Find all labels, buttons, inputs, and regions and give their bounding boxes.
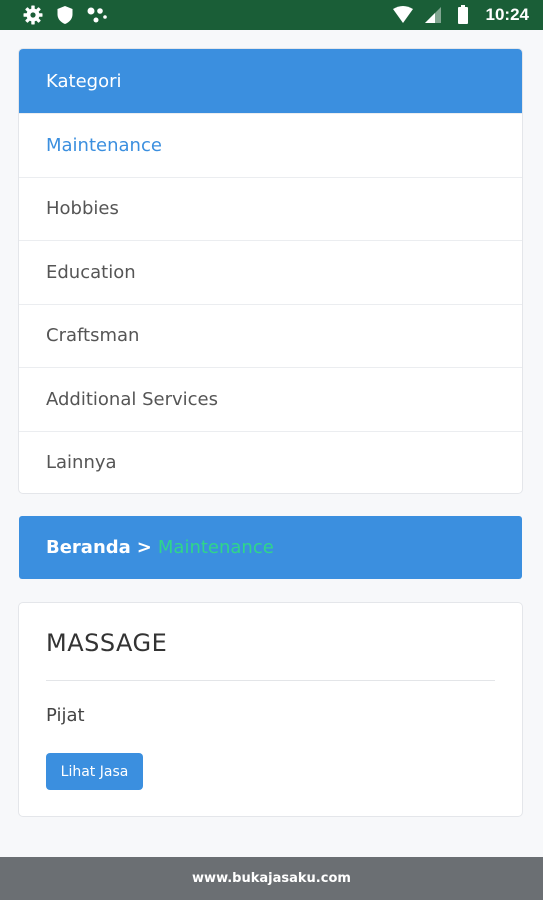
- status-bar: 10:24: [0, 0, 543, 30]
- lihat-jasa-button[interactable]: Lihat Jasa: [46, 753, 143, 790]
- dots-icon: [86, 4, 108, 26]
- category-item-maintenance[interactable]: Maintenance: [19, 113, 522, 177]
- service-divider: [46, 680, 495, 681]
- category-item-craftsman[interactable]: Craftsman: [19, 303, 522, 368]
- service-description: Pijat: [46, 705, 85, 726]
- footer: www.bukajasaku.com: [0, 857, 543, 900]
- battery-icon: [452, 4, 474, 26]
- category-item-additional-services[interactable]: Additional Services: [19, 367, 522, 431]
- service-card: MASSAGE Pijat Lihat Jasa: [18, 602, 523, 817]
- breadcrumb: Beranda > Maintenance: [19, 516, 522, 579]
- category-item-hobbies[interactable]: Hobbies: [19, 176, 522, 241]
- footer-text: www.bukajasaku.com: [192, 871, 351, 886]
- service-title: MASSAGE: [46, 629, 168, 657]
- kategori-card: Kategori Maintenance Hobbies Education C…: [18, 48, 523, 494]
- breadcrumb-current: Maintenance: [157, 537, 274, 558]
- wifi-icon: [392, 4, 414, 26]
- signal-icon: [422, 4, 444, 26]
- category-item-education[interactable]: Education: [19, 240, 522, 304]
- category-item-lainnya[interactable]: Lainnya: [19, 430, 522, 494]
- status-time: 10:24: [485, 5, 529, 24]
- breadcrumb-home-link[interactable]: Beranda: [46, 537, 131, 558]
- breadcrumb-separator: >: [136, 537, 152, 558]
- kategori-header: Kategori: [19, 49, 522, 113]
- shield-icon: [54, 4, 76, 26]
- gear-icon: [22, 4, 44, 26]
